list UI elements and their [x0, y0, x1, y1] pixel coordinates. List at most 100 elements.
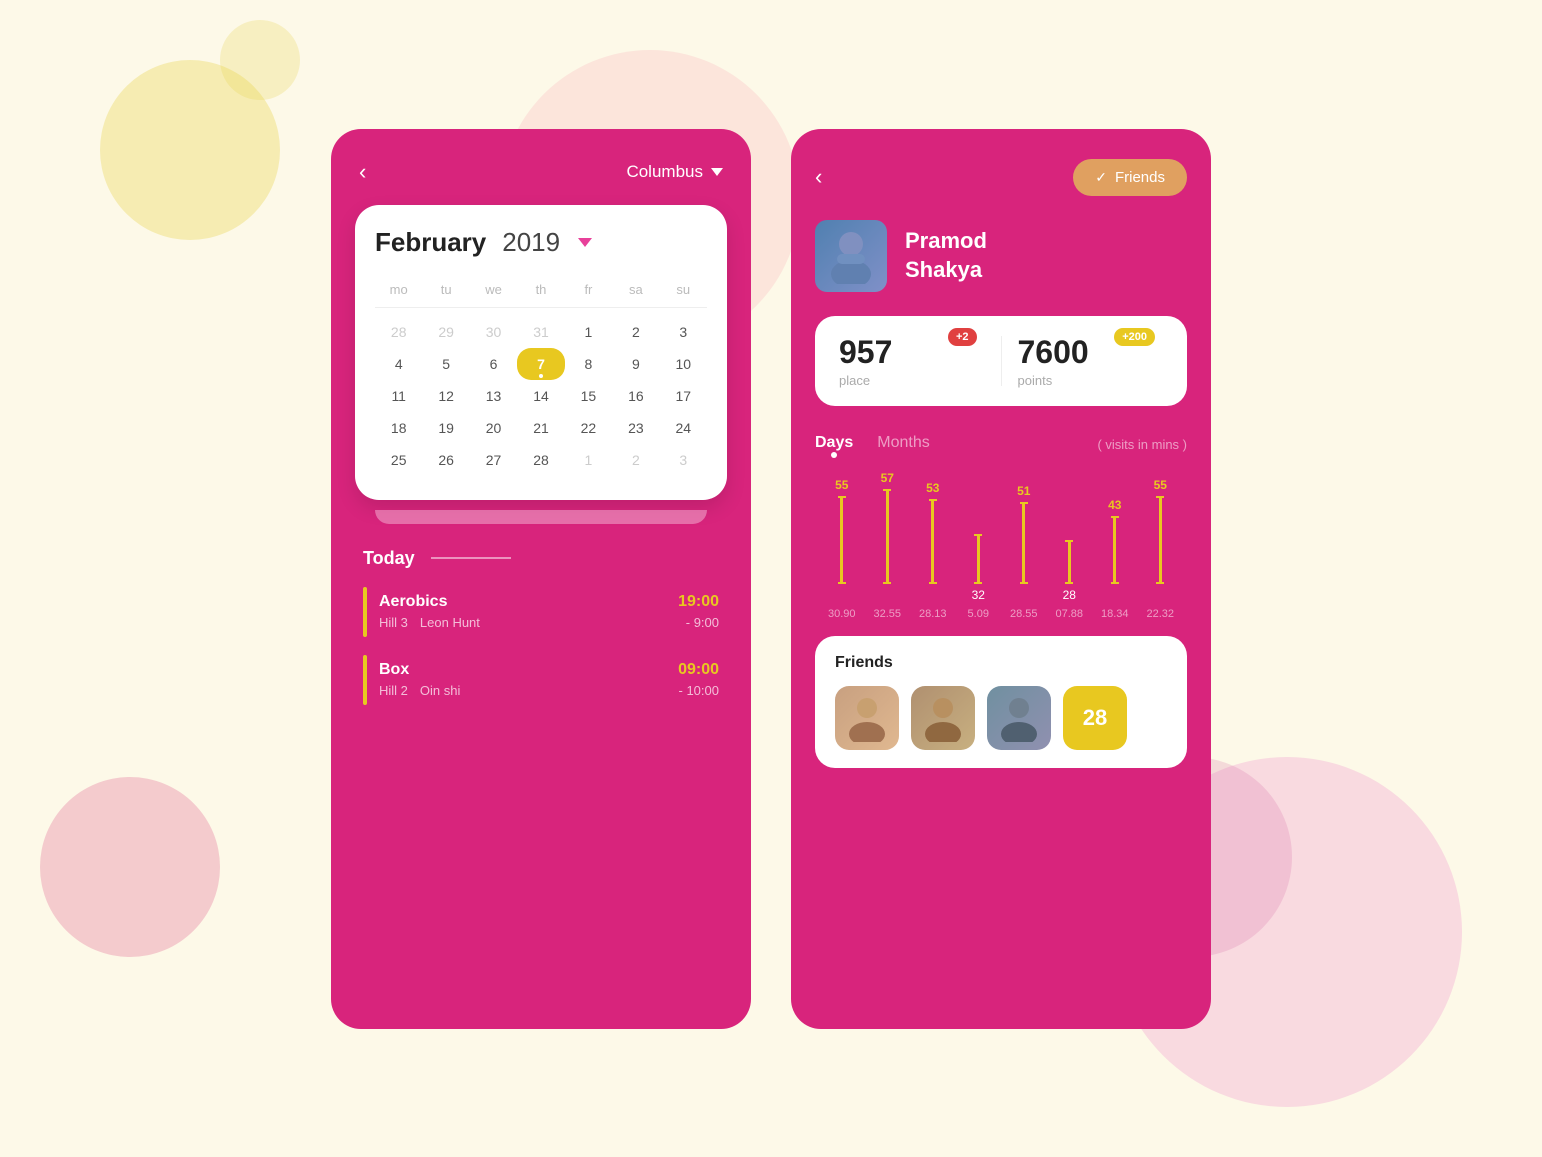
tabs-row: Days Months ( visits in mins ): [815, 434, 1187, 456]
cal-date[interactable]: 24: [660, 412, 707, 444]
bar-tick-bottom: [883, 582, 891, 584]
today-label: Today: [363, 548, 415, 569]
friend-avatar-placeholder: [987, 686, 1051, 750]
friend-avatar-2[interactable]: [911, 686, 975, 750]
bar-tick-bottom: [838, 582, 846, 584]
cal-date[interactable]: 4: [375, 348, 422, 380]
calendar-week-2: 11 12 13 14 15 16 17: [375, 380, 707, 412]
bar-tick-top: [929, 499, 937, 501]
friends-card: Friends: [815, 636, 1187, 768]
right-back-button[interactable]: ‹: [815, 164, 822, 190]
friend-avatar-placeholder: [911, 686, 975, 750]
bar-tick-bottom: [929, 582, 937, 584]
calendar-week-1: 4 5 6 7 8 9 10: [375, 348, 707, 380]
today-header: Today: [363, 548, 719, 569]
cal-date[interactable]: 2: [612, 316, 659, 348]
left-back-button[interactable]: ‹: [359, 159, 366, 185]
cal-date[interactable]: 28: [517, 444, 564, 476]
profile-section: Pramod Shakya: [815, 220, 1187, 292]
activity-left: Box Hill 2 Oin shi: [379, 661, 460, 698]
cal-date[interactable]: 27: [470, 444, 517, 476]
chart-labels: 30.90 32.55 28.13 5.09 28.55 07.88 18.34…: [819, 608, 1183, 620]
cal-date[interactable]: 13: [470, 380, 517, 412]
cal-date-selected[interactable]: 7: [517, 348, 564, 380]
cal-date[interactable]: 10: [660, 348, 707, 380]
activity-content: Aerobics Hill 3 Leon Hunt 19:00 - 9:00: [379, 587, 719, 637]
cal-date[interactable]: 26: [422, 444, 469, 476]
chart-bar-group: 51 -: [1001, 484, 1047, 602]
points-badge: +200: [1114, 328, 1155, 346]
place-badge: +2: [948, 328, 977, 346]
activity-aerobics[interactable]: Aerobics Hill 3 Leon Hunt 19:00 - 9:00: [363, 587, 719, 637]
cal-date[interactable]: 29: [422, 316, 469, 348]
cal-date[interactable]: 1: [565, 444, 612, 476]
chart-bar: [1159, 496, 1162, 584]
activity-bar: [363, 587, 367, 637]
cal-date[interactable]: 25: [375, 444, 422, 476]
calendar-week-0: 28 29 30 31 1 2 3: [375, 316, 707, 348]
cal-date[interactable]: 19: [422, 412, 469, 444]
day-header-fr: fr: [565, 278, 612, 307]
cal-date[interactable]: 28: [375, 316, 422, 348]
cal-date[interactable]: 2: [612, 444, 659, 476]
cal-date[interactable]: 3: [660, 316, 707, 348]
friend-avatar-placeholder: [835, 686, 899, 750]
friend-count-badge[interactable]: 28: [1063, 686, 1127, 750]
day-header-sa: sa: [612, 278, 659, 307]
bar-tick-top: [838, 496, 846, 498]
profile-avatar: [815, 220, 887, 292]
tab-months[interactable]: Months: [877, 434, 929, 456]
cal-date[interactable]: 1: [565, 316, 612, 348]
cal-date[interactable]: 12: [422, 380, 469, 412]
cal-date[interactable]: 9: [612, 348, 659, 380]
today-line: [431, 557, 511, 559]
bar-tick-bottom: [974, 582, 982, 584]
friend-avatar-1[interactable]: [835, 686, 899, 750]
stat-divider: [1001, 336, 1002, 386]
cal-date[interactable]: 20: [470, 412, 517, 444]
cal-date[interactable]: 30: [470, 316, 517, 348]
activity-box[interactable]: Box Hill 2 Oin shi 09:00 - 10:00: [363, 655, 719, 705]
chart-bar-group: 55 -: [819, 478, 865, 602]
cal-date[interactable]: 31: [517, 316, 564, 348]
cal-date[interactable]: 5: [422, 348, 469, 380]
activity-instructor: Leon Hunt: [420, 615, 480, 630]
calendar-dropdown-icon[interactable]: [578, 238, 592, 247]
cal-date[interactable]: 8: [565, 348, 612, 380]
chart-bar: [886, 489, 889, 584]
cal-date[interactable]: 16: [612, 380, 659, 412]
friends-avatars: 28: [835, 686, 1167, 750]
tab-days[interactable]: Days: [815, 434, 853, 456]
chart-label: 22.32: [1138, 608, 1184, 620]
activity-bar: [363, 655, 367, 705]
activity-time-main: 19:00: [678, 593, 719, 611]
chart-bar: [1068, 540, 1071, 584]
friends-button[interactable]: ✓ Friends: [1073, 159, 1187, 196]
left-panel: ‹ Columbus February 2019 mo tu we th fr: [331, 129, 751, 1029]
day-header-th: th: [517, 278, 564, 307]
cal-date[interactable]: 11: [375, 380, 422, 412]
day-header-tu: tu: [422, 278, 469, 307]
chart-bar-group: 43 -: [1092, 498, 1138, 602]
chart-container: 55 - 57 -: [815, 472, 1187, 620]
calendar-grid: mo tu we th fr sa su 28 29 30 31 1 2: [375, 278, 707, 476]
activity-times: 19:00 - 9:00: [678, 593, 719, 630]
chart-bar-value: 43: [1108, 498, 1121, 512]
activity-name: Aerobics: [379, 593, 480, 611]
cal-date[interactable]: 17: [660, 380, 707, 412]
cal-date[interactable]: 14: [517, 380, 564, 412]
activity-sub: Hill 3 Leon Hunt: [379, 615, 480, 630]
cal-date[interactable]: 18: [375, 412, 422, 444]
friend-avatar-3[interactable]: [987, 686, 1051, 750]
calendar-header: February 2019: [375, 227, 707, 258]
cal-date[interactable]: 21: [517, 412, 564, 444]
cal-date[interactable]: 15: [565, 380, 612, 412]
bar-tick-top: [1156, 496, 1164, 498]
calendar-card-shadow: [375, 510, 707, 524]
cal-date[interactable]: 23: [612, 412, 659, 444]
cal-date[interactable]: 3: [660, 444, 707, 476]
cal-date[interactable]: 22: [565, 412, 612, 444]
location-selector[interactable]: Columbus: [626, 162, 723, 182]
bar-tick-bottom: [1065, 582, 1073, 584]
cal-date[interactable]: 6: [470, 348, 517, 380]
